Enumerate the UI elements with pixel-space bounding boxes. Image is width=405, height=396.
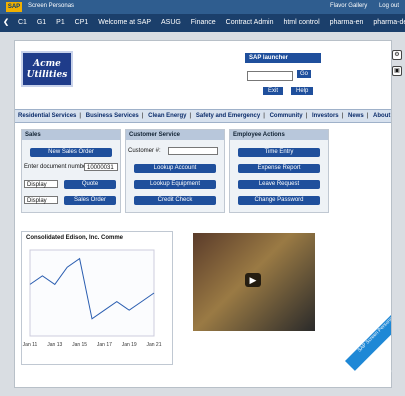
nav-community[interactable]: Community xyxy=(267,110,306,122)
customer-service-title: Customer Service xyxy=(126,130,224,140)
nav-separator: | xyxy=(79,113,82,119)
tab-c1[interactable]: C1 xyxy=(14,14,31,32)
tab-contract-admin[interactable]: Contract Admin xyxy=(222,14,278,32)
logout-link[interactable]: Log out xyxy=(379,3,399,9)
help-button[interactable]: Help xyxy=(291,87,314,95)
x-tick-label: Jan 13 xyxy=(47,342,62,348)
x-tick-label: Jan 15 xyxy=(72,342,87,348)
site-nav: Residential Services | Business Services |… xyxy=(15,109,391,123)
customer-number-input[interactable] xyxy=(168,147,218,155)
settings-icon[interactable]: ⚙ xyxy=(392,50,402,60)
sap-availability-ribbon: SAP Screen Personas AVAILABLE xyxy=(345,283,391,371)
acme-utilities-logo: Acme Utilities xyxy=(21,51,73,87)
top-right-links: Flavor Gallery Log out xyxy=(320,3,399,9)
side-controls: ⚙ ▣ xyxy=(392,50,402,82)
sales-title: Sales xyxy=(22,130,120,140)
tab-pharma-de[interactable]: pharma-de xyxy=(369,14,405,32)
display-select-2[interactable]: Display xyxy=(24,196,58,204)
nav-separator: | xyxy=(305,113,308,119)
lookup-equipment-button[interactable]: Lookup Equipment xyxy=(134,180,216,189)
tab-html-control[interactable]: html control xyxy=(279,14,323,32)
nav-residential[interactable]: Residential Services xyxy=(15,110,79,122)
x-tick-label: Jan 21 xyxy=(146,342,161,348)
sap-launcher: SAP launcher Go Exit Help xyxy=(245,53,321,101)
tab-g1[interactable]: G1 xyxy=(33,14,50,32)
transaction-input[interactable] xyxy=(247,71,293,81)
lookup-account-button[interactable]: Lookup Account xyxy=(134,164,216,173)
sap-logo: SAP xyxy=(6,2,22,12)
x-tick-label: Jan 11 xyxy=(23,342,38,348)
tab-cp1[interactable]: CP1 xyxy=(71,14,93,32)
new-sales-order-button[interactable]: New Sales Order xyxy=(30,148,112,157)
expense-report-button[interactable]: Expense Report xyxy=(238,164,320,173)
nav-business[interactable]: Business Services xyxy=(83,110,142,122)
change-password-button[interactable]: Change Password xyxy=(238,196,320,205)
nav-separator: | xyxy=(341,113,344,119)
tab-asug[interactable]: ASUG xyxy=(157,14,185,32)
panel-toggle-icon[interactable]: ▣ xyxy=(392,66,402,76)
x-tick-label: Jan 19 xyxy=(122,342,137,348)
nav-separator: | xyxy=(141,113,144,119)
nav-separator: | xyxy=(263,113,265,119)
flavor-gallery-link[interactable]: Flavor Gallery xyxy=(330,3,367,9)
play-icon[interactable]: ▶ xyxy=(245,273,261,287)
bottom-controls[interactable]: ⤢ xyxy=(386,370,392,378)
chart-plot-area xyxy=(29,249,155,337)
stock-chart-svg: Jan 11 Jan 13 Jan 15 Jan 17 Jan 19 Jan 21 xyxy=(23,249,162,348)
customer-number-label: Customer #: xyxy=(128,148,161,154)
customer-service-panel: Customer Service Customer #: Lookup Acco… xyxy=(125,129,225,213)
tab-welcome[interactable]: Welcome at SAP xyxy=(94,14,155,32)
tabs-prev-icon[interactable]: ❮ xyxy=(0,14,12,32)
logo-line2: Utilities xyxy=(26,70,68,80)
app-title: Screen Personas xyxy=(28,3,75,9)
nav-separator: | xyxy=(189,113,192,119)
nav-separator: | xyxy=(366,113,369,119)
nav-investors[interactable]: Investors xyxy=(309,110,342,122)
nav-clean-energy[interactable]: Clean Energy xyxy=(145,110,189,122)
nav-safety[interactable]: Safety and Emergency xyxy=(193,110,263,122)
time-entry-button[interactable]: Time Entry xyxy=(238,148,320,157)
logo-line1: Acme xyxy=(33,59,61,69)
main-content: Acme Utilities SAP launcher Go Exit Help… xyxy=(14,40,392,388)
employee-actions-title: Employee Actions xyxy=(230,130,328,140)
launcher-title: SAP launcher xyxy=(245,53,321,63)
tab-pharma-en[interactable]: pharma-en xyxy=(326,14,368,32)
go-button[interactable]: Go xyxy=(297,70,312,78)
tab-finance[interactable]: Finance xyxy=(187,14,220,32)
stock-chart: Consolidated Edison, Inc. Comme Jan 11 Ja… xyxy=(21,231,173,365)
x-tick-label: Jan 17 xyxy=(97,342,112,348)
credit-check-button[interactable]: Credit Check xyxy=(134,196,216,205)
nav-about[interactable]: About Us xyxy=(370,110,391,122)
quote-button[interactable]: Quote xyxy=(64,180,116,189)
sales-panel: Sales New Sales Order Enter document num… xyxy=(21,129,121,213)
video-player[interactable]: ▶ xyxy=(193,233,315,331)
sales-order-button[interactable]: Sales Order xyxy=(64,196,116,205)
tab-p1[interactable]: P1 xyxy=(52,14,69,32)
exit-button[interactable]: Exit xyxy=(263,87,284,95)
flavor-tabs: ❮ C1 G1 P1 CP1 Welcome at SAP ASUG Finan… xyxy=(0,14,405,32)
display-select-1[interactable]: Display xyxy=(24,180,58,188)
employee-actions-panel: Employee Actions Time Entry Expense Repo… xyxy=(229,129,329,213)
nav-news[interactable]: News xyxy=(345,110,367,122)
leave-request-button[interactable]: Leave Request xyxy=(238,180,320,189)
doc-number-input[interactable]: 10000031 xyxy=(84,163,118,171)
doc-number-label: Enter document number: xyxy=(24,164,91,170)
top-bar: SAP Screen Personas Flavor Gallery Log o… xyxy=(0,0,405,14)
